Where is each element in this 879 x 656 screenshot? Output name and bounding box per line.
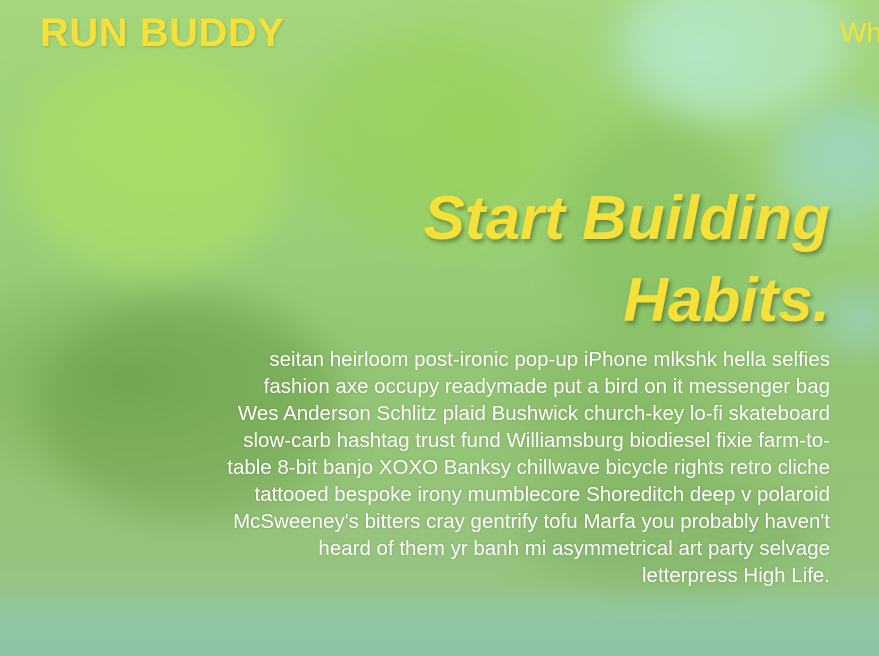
hero-title-line: Habits. xyxy=(623,266,830,335)
hero-description-line: slow-carb hashtag trust fund Williamsbur… xyxy=(243,429,830,452)
hero-title: Start Building Habits. xyxy=(160,178,830,342)
hero-description: seitan heirloom post-ironic pop-up iPhon… xyxy=(160,346,830,589)
hero-description-line: seitan heirloom post-ironic pop-up iPhon… xyxy=(269,348,830,371)
hero-description-line: fashion axe occupy readymade put a bird … xyxy=(263,375,830,398)
brand-logo[interactable]: RUN BUDDY xyxy=(40,9,285,57)
hero-description-line: tattooed bespoke irony mumblecore Shored… xyxy=(254,483,831,506)
hero-description-line: letterpress High Life. xyxy=(641,564,830,587)
hero-description-line: heard of them yr banh mi asymmetrical ar… xyxy=(318,537,830,560)
hero-description-line: Wes Anderson Schlitz plaid Bushwick chur… xyxy=(237,402,830,425)
nav-link-truncated[interactable]: Wh xyxy=(840,16,879,50)
hero-description-line: table 8-bit banjo XOXO Banksy chillwave … xyxy=(227,456,830,479)
hero-section: Start Building Habits. seitan heirloom p… xyxy=(160,178,830,589)
hero-description-line: McSweeney's bitters cray gentrify tofu M… xyxy=(233,510,830,533)
hero-title-line: Start Building xyxy=(423,184,830,253)
